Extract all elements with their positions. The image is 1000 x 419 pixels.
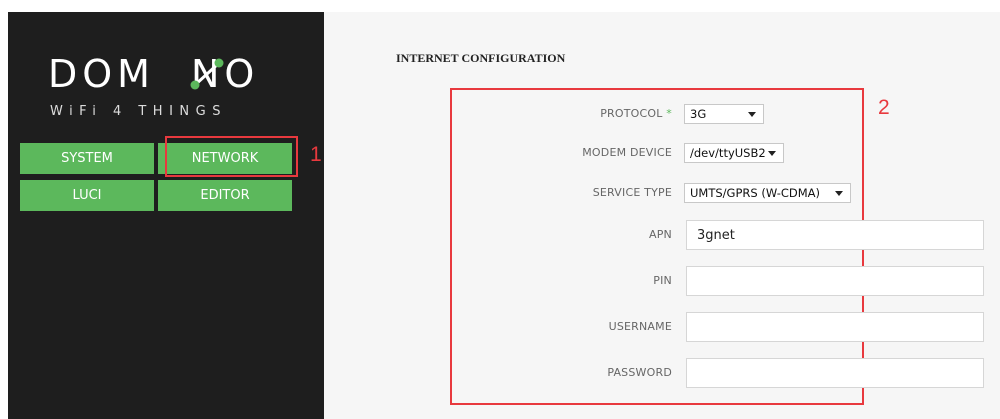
domino-logo: DOM NO WiFi 4 THINGS bbox=[48, 54, 288, 124]
nav-system-button[interactable]: SYSTEM bbox=[20, 143, 154, 174]
protocol-label-text: PROTOCOL bbox=[600, 107, 663, 120]
chevron-down-icon bbox=[748, 112, 756, 117]
modem-device-select[interactable]: /dev/ttyUSB2 bbox=[684, 143, 784, 163]
apn-label: APN bbox=[649, 228, 672, 241]
service-type-label: SERVICE TYPE bbox=[592, 186, 672, 199]
apn-input[interactable]: 3gnet bbox=[686, 220, 984, 250]
modem-device-value: /dev/ttyUSB2 bbox=[690, 146, 766, 160]
pin-label: PIN bbox=[653, 274, 672, 287]
protocol-select[interactable]: 3G bbox=[684, 104, 764, 124]
sidebar: DOM NO WiFi 4 THINGS SYSTEM NETWORK LUCI … bbox=[8, 12, 324, 419]
highlight-box-1 bbox=[165, 136, 298, 177]
logo-wordmark: DOM NO bbox=[48, 52, 260, 96]
modem-device-label: MODEM DEVICE bbox=[582, 146, 672, 159]
required-mark: * bbox=[666, 107, 672, 120]
chevron-down-icon bbox=[835, 191, 843, 196]
protocol-label: PROTOCOL * bbox=[452, 107, 672, 120]
main-panel: INTERNET CONFIGURATION PROTOCOL * 3G MOD… bbox=[324, 12, 1000, 419]
nav-luci-button[interactable]: LUCI bbox=[20, 180, 154, 211]
page-title: INTERNET CONFIGURATION bbox=[396, 51, 566, 65]
service-type-select[interactable]: UMTS/GPRS (W-CDMA) bbox=[684, 183, 851, 203]
protocol-value: 3G bbox=[690, 107, 707, 121]
highlight-box-2: PROTOCOL * 3G MODEM DEVICE /dev/ttyUSB2 … bbox=[450, 88, 984, 405]
chevron-down-icon bbox=[768, 151, 776, 156]
logo-slash-icon bbox=[190, 58, 224, 90]
annotation-number-2: 2 bbox=[878, 96, 890, 119]
annotation-number-1: 1 bbox=[310, 143, 322, 166]
password-input[interactable] bbox=[686, 358, 984, 388]
username-label: USERNAME bbox=[608, 320, 672, 333]
pin-input[interactable] bbox=[686, 266, 984, 296]
top-strip bbox=[0, 0, 1000, 12]
password-label: PASSWORD bbox=[607, 366, 672, 379]
logo-tagline: WiFi 4 THINGS bbox=[50, 104, 227, 119]
username-input[interactable] bbox=[686, 312, 984, 342]
service-type-value: UMTS/GPRS (W-CDMA) bbox=[690, 186, 821, 200]
nav-editor-button[interactable]: EDITOR bbox=[158, 180, 292, 211]
